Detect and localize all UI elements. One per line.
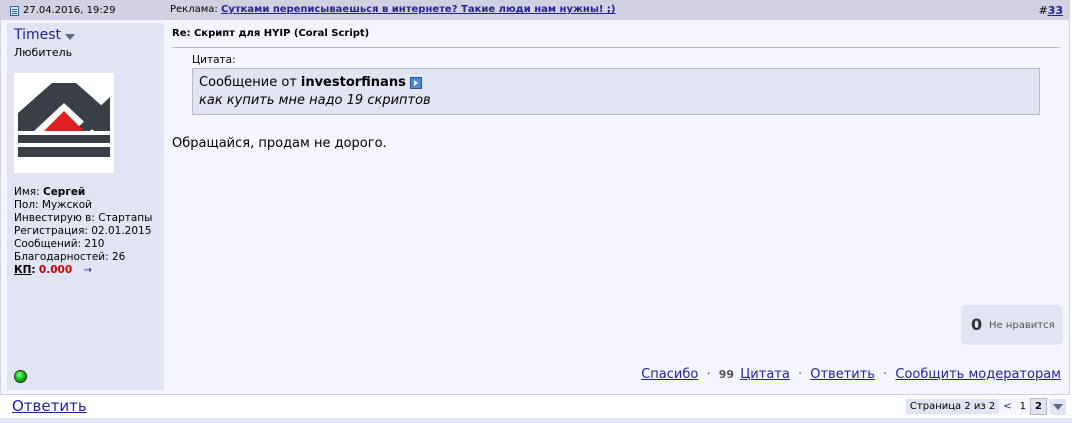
quote-author-row: Сообщение от investorfinans (199, 75, 422, 90)
user-info-panel: Timest Любитель Имя: Сергей Пол: Мужской… (7, 23, 164, 390)
kp-colon: : (31, 264, 36, 276)
ad-banner: Реклама: Сутками переписываешься в интер… (170, 4, 616, 15)
post-message: Обращайся, продам не дорого. (172, 136, 387, 151)
user-registration: Регистрация: 02.01.2015 (14, 225, 152, 237)
reply-button[interactable]: Ответить (12, 397, 87, 415)
dislike-count: 0 (971, 315, 983, 334)
username-link[interactable]: Timest (14, 27, 61, 43)
kp-arrow-icon[interactable]: → (83, 265, 91, 276)
reply-link[interactable]: Ответить (810, 367, 875, 382)
user-details: Имя: Сергей Пол: Мужской Инвестирую в: С… (14, 186, 152, 277)
action-separator: · (883, 367, 888, 382)
post-number-prefix: # (1038, 4, 1048, 17)
post-header: 27.04.2016, 19:29 Реклама: Сутками переп… (1, 1, 1069, 20)
quote-label: Цитата: (192, 54, 236, 66)
ad-link[interactable]: Сутками переписываешься в интернете? Так… (221, 4, 616, 15)
like-widget[interactable]: 0 Не нравится (961, 305, 1063, 345)
view-post-icon[interactable] (409, 76, 422, 89)
post-container: 27.04.2016, 19:29 Реклама: Сутками переп… (0, 0, 1070, 395)
ad-label: Реклама: (170, 4, 218, 15)
kp-label-link[interactable]: КП (14, 264, 31, 276)
dislike-label[interactable]: Не нравится (989, 320, 1055, 331)
page-info: Страница 2 из 2 (905, 399, 1000, 414)
user-menu-caret-icon[interactable] (65, 33, 76, 40)
report-link[interactable]: Сообщить модераторам (895, 367, 1061, 382)
page-2-current: 2 (1030, 398, 1047, 415)
page-menu-chevron-icon[interactable] (1050, 398, 1066, 415)
post-date: 27.04.2016, 19:29 (10, 4, 115, 17)
page-1-link[interactable]: 1 (1016, 399, 1030, 414)
avatar[interactable] (14, 73, 114, 173)
quote-author-name: investorfinans (300, 75, 406, 90)
username-row: Timest (14, 27, 76, 43)
post-number: #33 (1038, 4, 1063, 17)
user-messages: Сообщений: 210 (14, 238, 105, 250)
avatar-logo-icon (14, 73, 114, 173)
user-name-label: Имя: (14, 186, 40, 198)
user-gender: Пол: Мужской (14, 199, 93, 211)
action-separator: · (706, 367, 711, 382)
post-actions: Спасибо · 99 Цитата · Ответить · Сообщит… (641, 367, 1061, 382)
quote-icon: 99 (718, 368, 735, 381)
user-invest: Инвестирую в: Стартапы (14, 212, 153, 224)
post-status-icon (10, 5, 19, 16)
quote-link[interactable]: Цитата (740, 367, 790, 382)
prev-page-link[interactable]: < (999, 399, 1015, 414)
post-date-text: 27.04.2016, 19:29 (23, 5, 116, 16)
thanks-link[interactable]: Спасибо (641, 367, 698, 382)
quote-author-prefix: Сообщение от (199, 75, 297, 90)
user-thanks: Благодарностей: 26 (14, 251, 126, 263)
post-title: Re: Скрипт для HYIP (Coral Script) (172, 28, 370, 39)
user-title: Любитель (14, 46, 73, 59)
quote-box: Сообщение от investorfinans как купить м… (192, 68, 1040, 115)
post-content: Re: Скрипт для HYIP (Coral Script) Цитат… (166, 23, 1069, 390)
pagination: Страница 2 из 2 < 1 2 (905, 398, 1066, 415)
action-separator: · (797, 367, 803, 382)
quote-text: как купить мне надо 19 скриптов (199, 93, 431, 108)
user-name-row: Имя: Сергей (14, 186, 152, 199)
kp-value: 0.000 (38, 264, 73, 276)
title-divider (172, 47, 1060, 48)
bottom-divider (0, 418, 1072, 423)
user-real-name: Сергей (42, 186, 86, 198)
post-number-link[interactable]: 33 (1048, 4, 1063, 17)
user-kp-row: КП: 0.000 → (14, 264, 152, 277)
online-indicator-icon (14, 370, 27, 383)
